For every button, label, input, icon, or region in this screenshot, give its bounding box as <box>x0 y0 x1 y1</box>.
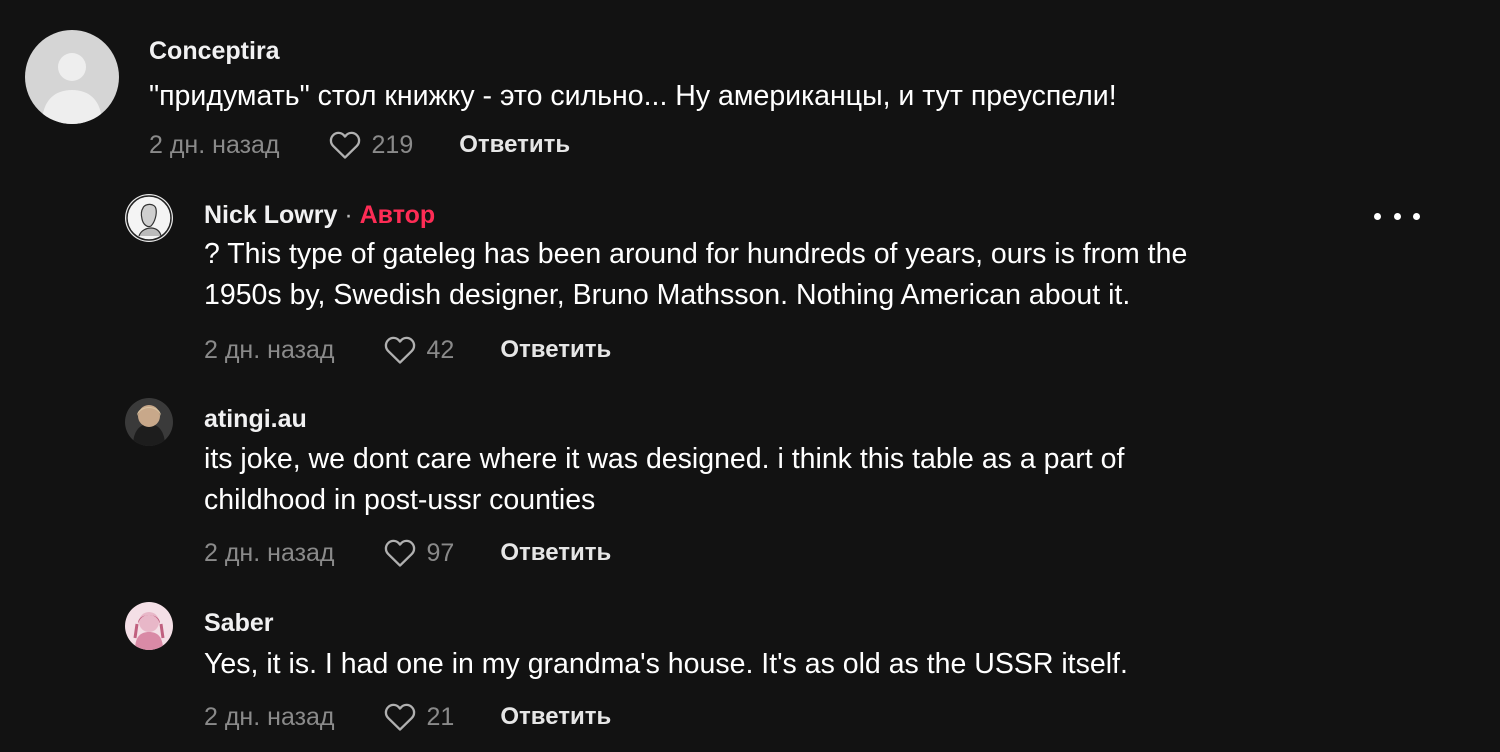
like-button[interactable]: 97 <box>383 538 455 568</box>
comment-text: "придумать" стол книжку - это сильно... … <box>149 80 1117 112</box>
heart-outline-icon <box>384 703 415 731</box>
avatar-default[interactable] <box>25 30 119 124</box>
user-avatar-icon <box>125 194 173 242</box>
reply-time: 2 дн. назад <box>204 335 335 364</box>
avatar-atingi[interactable] <box>125 398 173 446</box>
more-options-button[interactable] <box>1374 206 1420 226</box>
reply-username-text: Nick Lowry <box>204 201 338 229</box>
reply-meta: 2 дн. назад 42 Ответить <box>204 333 611 367</box>
comment-meta: 2 дн. назад 219 Ответить <box>149 128 570 162</box>
more-dot <box>1413 212 1420 220</box>
reply-text-line: ? This type of gateleg has been around f… <box>204 238 1188 270</box>
reply-text-line: Yes, it is. I had one in my grandma's ho… <box>204 648 1128 680</box>
default-avatar-icon <box>25 30 119 124</box>
reply-button[interactable]: Ответить <box>500 703 611 731</box>
reply-button[interactable]: Ответить <box>500 336 611 364</box>
user-avatar-icon <box>125 602 173 650</box>
heart-outline-icon <box>384 336 415 364</box>
reply-text-line: its joke, we dont care where it was desi… <box>204 443 1125 475</box>
like-count: 97 <box>426 538 455 567</box>
reply-username[interactable]: atingi.au <box>204 405 307 434</box>
more-dot <box>1393 212 1401 220</box>
username-separator: · <box>344 201 353 229</box>
reply-text-line: 1950s by, Swedish designer, Bruno Mathss… <box>204 279 1131 311</box>
like-button[interactable]: 21 <box>383 702 455 732</box>
reply-username[interactable]: Nick Lowry · Автор <box>204 201 435 230</box>
heart-outline-icon <box>384 539 415 567</box>
reply-meta: 2 дн. назад 21 Ответить <box>204 700 611 734</box>
reply-button[interactable]: Ответить <box>500 539 611 567</box>
reply-meta: 2 дн. назад 97 Ответить <box>204 536 611 570</box>
reply-username[interactable]: Saber <box>204 609 273 638</box>
avatar-saber[interactable] <box>125 602 173 650</box>
reply-text-line: childhood in post-ussr counties <box>204 484 596 516</box>
user-avatar-icon <box>125 398 173 446</box>
avatar-nick-lowry[interactable] <box>125 194 173 242</box>
comment-time: 2 дн. назад <box>149 130 280 159</box>
reply-time: 2 дн. назад <box>204 702 335 731</box>
like-button[interactable]: 42 <box>383 335 455 365</box>
reply-text: ? This type of gateleg has been around f… <box>204 234 1187 316</box>
like-count: 21 <box>426 702 455 731</box>
heart-outline-icon <box>329 131 360 159</box>
like-count: 42 <box>426 335 455 364</box>
reply-text: Yes, it is. I had one in my grandma's ho… <box>204 644 1128 685</box>
comment-username[interactable]: Conceptira <box>149 37 280 66</box>
more-dot <box>1374 212 1381 220</box>
like-count: 219 <box>371 130 414 159</box>
author-badge: Автор <box>359 201 436 229</box>
reply-time: 2 дн. назад <box>204 538 335 567</box>
reply-text: its joke, we dont care where it was desi… <box>204 439 1124 521</box>
reply-button[interactable]: Ответить <box>459 131 570 159</box>
like-button[interactable]: 219 <box>328 130 414 160</box>
